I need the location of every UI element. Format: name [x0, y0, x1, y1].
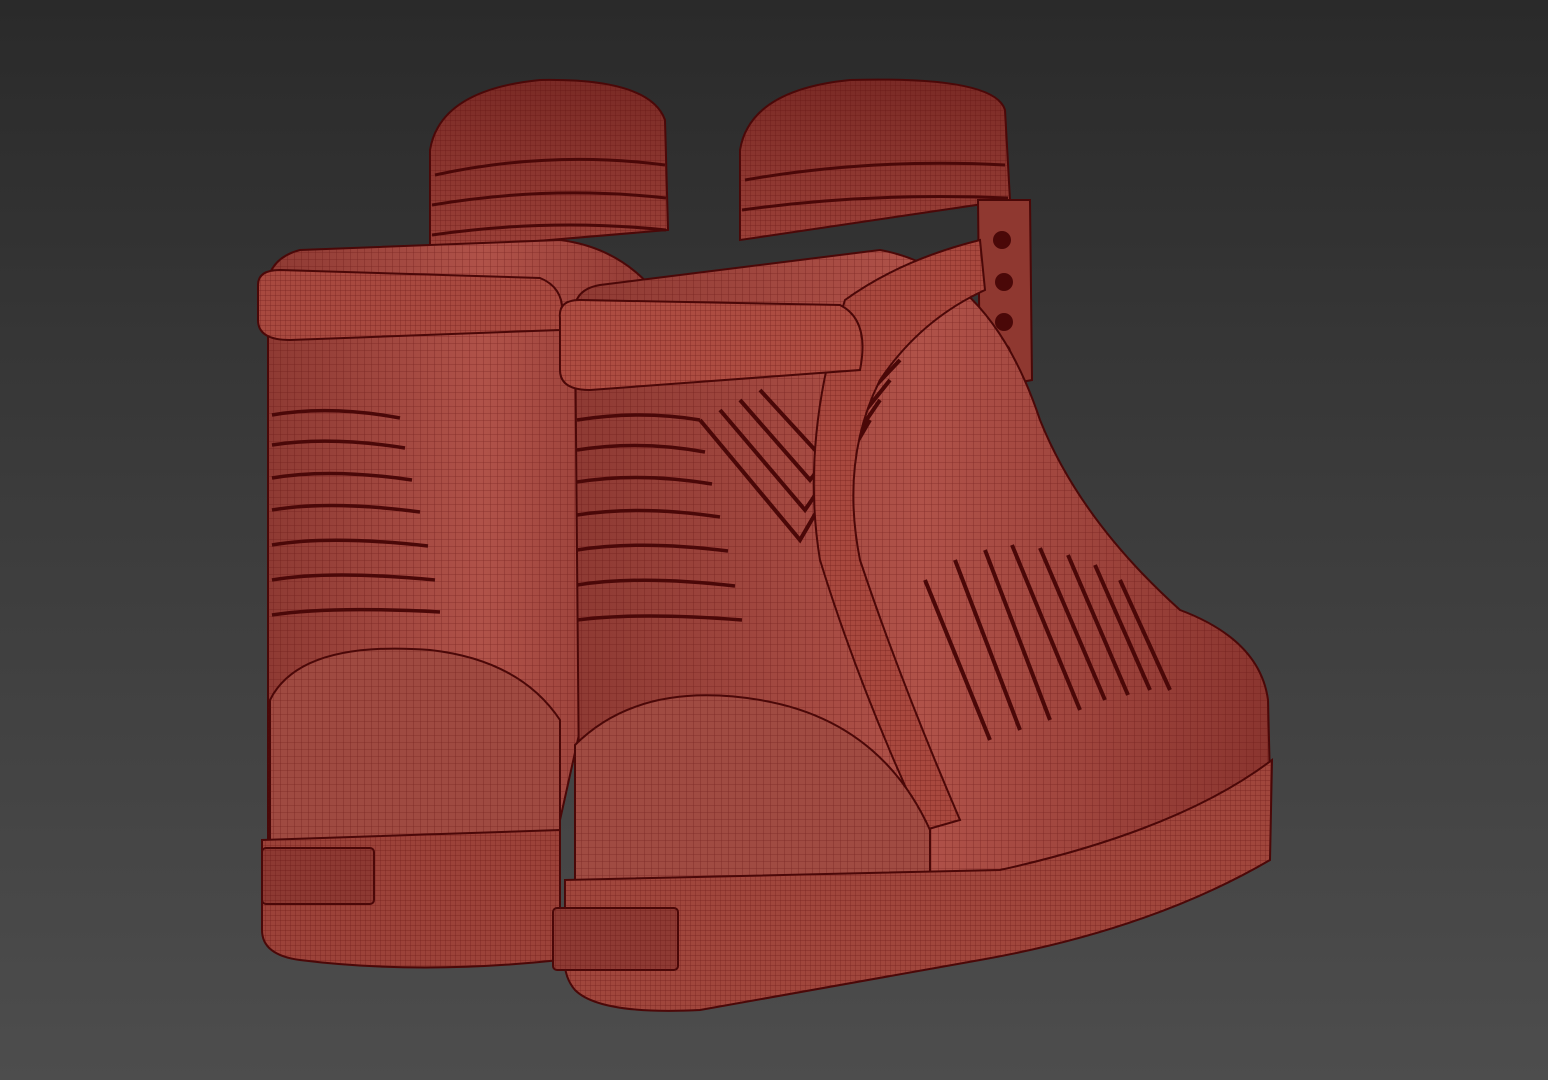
- 3d-viewport[interactable]: [0, 0, 1548, 1080]
- scene-canvas[interactable]: [0, 0, 1548, 1080]
